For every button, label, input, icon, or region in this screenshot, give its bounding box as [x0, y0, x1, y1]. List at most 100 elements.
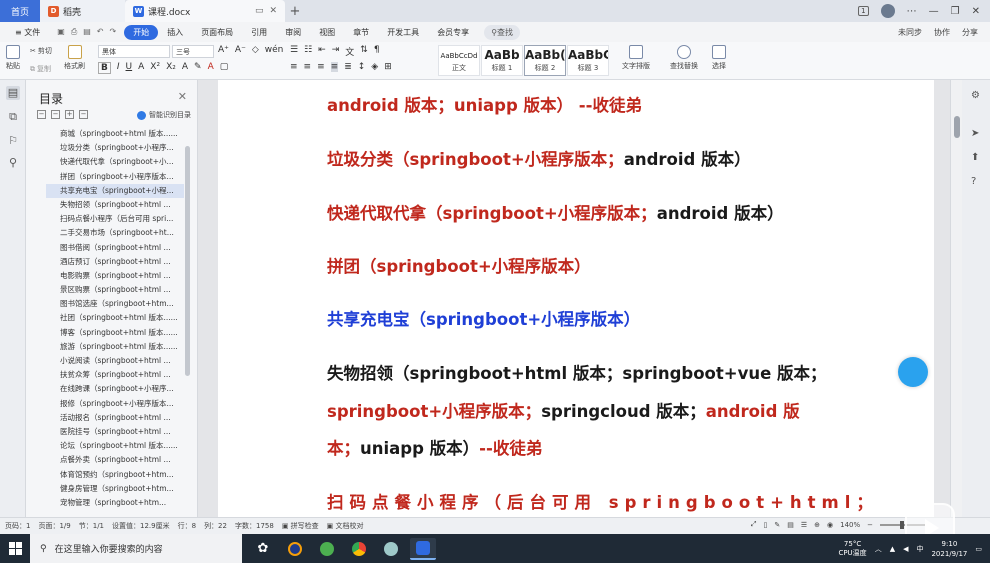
toc-item[interactable]: 垃圾分类（springboot+小程序...	[46, 141, 184, 155]
read-mode-icon[interactable]: ▯	[763, 521, 767, 529]
tab-document[interactable]: W 课程.docx ▭ ✕	[125, 0, 285, 22]
toc-item[interactable]: 二手交易市场（springboot+ht...	[46, 226, 184, 240]
menu-file[interactable]: ≡ 文件	[6, 27, 49, 38]
taskbar-app-1[interactable]: ✿	[250, 538, 276, 560]
font-effect-icon[interactable]: A	[138, 62, 144, 74]
zoom-out-icon[interactable]: −	[867, 521, 873, 529]
minimize-icon[interactable]: —	[929, 6, 939, 17]
highlight-icon[interactable]: ✎	[194, 62, 202, 74]
outdent-icon[interactable]: ⇤	[318, 45, 326, 58]
toc-item[interactable]: 失物招领（springboot+html ...	[46, 198, 184, 212]
toc-item[interactable]: 社团（springboot+html 版本......	[46, 311, 184, 325]
remove-toc-icon[interactable]: −	[79, 110, 88, 119]
save-icon[interactable]: ▣	[57, 27, 65, 37]
share-side-icon[interactable]: ⬆	[971, 152, 979, 163]
taskbar-app-2[interactable]	[282, 538, 308, 560]
align-center-icon[interactable]: ≡	[304, 62, 312, 72]
toc-panel-icon[interactable]: ▤	[6, 86, 20, 100]
number-list-icon[interactable]: ☷	[304, 45, 312, 58]
collapse-icon[interactable]: −	[37, 110, 46, 119]
font-size-select[interactable]: 三号	[172, 45, 214, 58]
menu-member[interactable]: 会员专享	[428, 27, 478, 38]
toc-item[interactable]: 商城（springboot+html 版本......	[46, 127, 184, 141]
toc-item[interactable]: 扫码点餐小程序（后台可用 spri...	[46, 212, 184, 226]
toc-item[interactable]: 报修（springboot+小程序版本...	[46, 397, 184, 411]
indent-icon[interactable]: ⇥	[332, 45, 340, 58]
bookmark-icon[interactable]: ⚐	[6, 134, 20, 148]
bullet-list-icon[interactable]: ☰	[290, 45, 298, 58]
network-icon[interactable]: ▲	[890, 545, 895, 553]
toc-item[interactable]: 景区购票（springboot+html ...	[46, 283, 184, 297]
page-view-icon[interactable]: ▤	[787, 521, 794, 529]
redo-icon[interactable]: ↷	[109, 27, 116, 37]
clock[interactable]: 9:10 2021/9/17	[931, 539, 967, 559]
distribute-icon[interactable]: ≣	[344, 62, 352, 72]
toc-scrollbar[interactable]	[185, 146, 190, 376]
document-page[interactable]: android 版本；uniapp 版本） --收徒弟 垃圾分类（springb…	[218, 80, 934, 517]
clear-format-icon[interactable]: ◇	[252, 45, 259, 55]
select-button[interactable]: 选择	[712, 45, 726, 71]
menu-page-layout[interactable]: 页面布局	[192, 27, 242, 38]
tray-up-icon[interactable]: ︿	[875, 544, 882, 554]
font-grow-icon[interactable]: A⁺	[218, 45, 229, 55]
vertical-scrollbar[interactable]	[950, 80, 962, 517]
close-window-icon[interactable]: ✕	[972, 6, 980, 17]
taskbar-app-chrome[interactable]	[346, 538, 372, 560]
toc-item[interactable]: 体育馆预约（springboot+htm...	[46, 468, 184, 482]
toc-item[interactable]: 活动报名（springboot+html ...	[46, 411, 184, 425]
close-icon[interactable]: ✕	[178, 90, 187, 103]
menu-chapter[interactable]: 章节	[344, 27, 378, 38]
paste-button[interactable]: 粘贴	[6, 45, 20, 71]
toc-item[interactable]: 旅游（springboot+html 版本......	[46, 340, 184, 354]
tab-close-icon[interactable]: ✕	[269, 6, 277, 16]
cpu-temp[interactable]: 75°C CPU温度	[838, 540, 866, 558]
spellcheck-button[interactable]: ▣ 拼写检查	[282, 521, 319, 531]
proofread-button[interactable]: ▣ 文档校对	[327, 521, 364, 531]
menu-view[interactable]: 视图	[310, 27, 344, 38]
strikethrough-icon[interactable]: X²	[150, 62, 160, 74]
font-name-select[interactable]: 黑体	[98, 45, 170, 58]
subscript-icon[interactable]: X₂	[166, 62, 176, 74]
taskbar-app-5[interactable]	[378, 538, 404, 560]
taskbar-app-3[interactable]	[314, 538, 340, 560]
menu-start[interactable]: 开始	[124, 24, 159, 40]
pointer-icon[interactable]: ➤	[971, 128, 979, 139]
toc-item[interactable]: 在线跨课（springboot+小程序...	[46, 382, 184, 396]
settings-slider-icon[interactable]: ⚙	[971, 90, 980, 101]
volume-icon[interactable]: ◀	[903, 545, 908, 553]
toc-item[interactable]: 宠物管理（springboot+htm...	[46, 496, 184, 510]
italic-icon[interactable]: I	[117, 62, 120, 74]
edit-mode-icon[interactable]: ✎	[774, 521, 780, 529]
toc-item[interactable]: 拼团（springboot+小程序版本...	[46, 170, 184, 184]
avatar[interactable]	[880, 4, 895, 18]
notification-icon[interactable]: ▭	[975, 545, 982, 553]
add-toc-icon[interactable]: +	[65, 110, 74, 119]
collab-button[interactable]: 协作	[934, 27, 950, 38]
text-layout-button[interactable]: 文字排版	[622, 45, 650, 71]
bold-icon[interactable]: B	[98, 62, 111, 74]
menu-references[interactable]: 引用	[242, 27, 276, 38]
menu-developer[interactable]: 开发工具	[378, 27, 428, 38]
style-normal[interactable]: AaBbCcDd 正文	[438, 45, 480, 76]
font-shrink-icon[interactable]: A⁻	[235, 45, 246, 55]
new-tab-button[interactable]: +	[285, 4, 305, 19]
sort-icon[interactable]: ⇅	[360, 45, 368, 58]
text-effect-icon[interactable]: A	[182, 62, 188, 74]
cut-button[interactable]: ✂ 剪切	[30, 46, 52, 56]
toc-item[interactable]: 电影购票（springboot+html ...	[46, 269, 184, 283]
toc-item[interactable]: 医院挂号（springboot+html ...	[46, 425, 184, 439]
scroll-thumb[interactable]	[954, 116, 960, 138]
window-count-icon[interactable]: 1	[858, 6, 869, 16]
copy-button[interactable]: ⧉ 复制	[30, 64, 51, 74]
toc-item[interactable]: 扶贫众筹（springboot+html ...	[46, 368, 184, 382]
toc-item[interactable]: 点餐外卖（springboot+html ...	[46, 453, 184, 467]
style-heading-2[interactable]: AaBb( 标题 2	[524, 45, 566, 76]
smart-toc-button[interactable]: 智能识别目录	[137, 110, 191, 120]
align-right-icon[interactable]: ≡	[317, 62, 325, 72]
search-button[interactable]: ⚲查找	[484, 24, 521, 40]
undo-icon[interactable]: ↶	[97, 27, 104, 37]
toc-item[interactable]: 小说阅读（springboot+html ...	[46, 354, 184, 368]
taskbar-search[interactable]: ⚲ 在这里输入你要搜索的内容	[30, 534, 242, 563]
fullscreen-icon[interactable]: ⤢	[751, 520, 757, 529]
taskbar-app-wps[interactable]	[410, 537, 436, 560]
